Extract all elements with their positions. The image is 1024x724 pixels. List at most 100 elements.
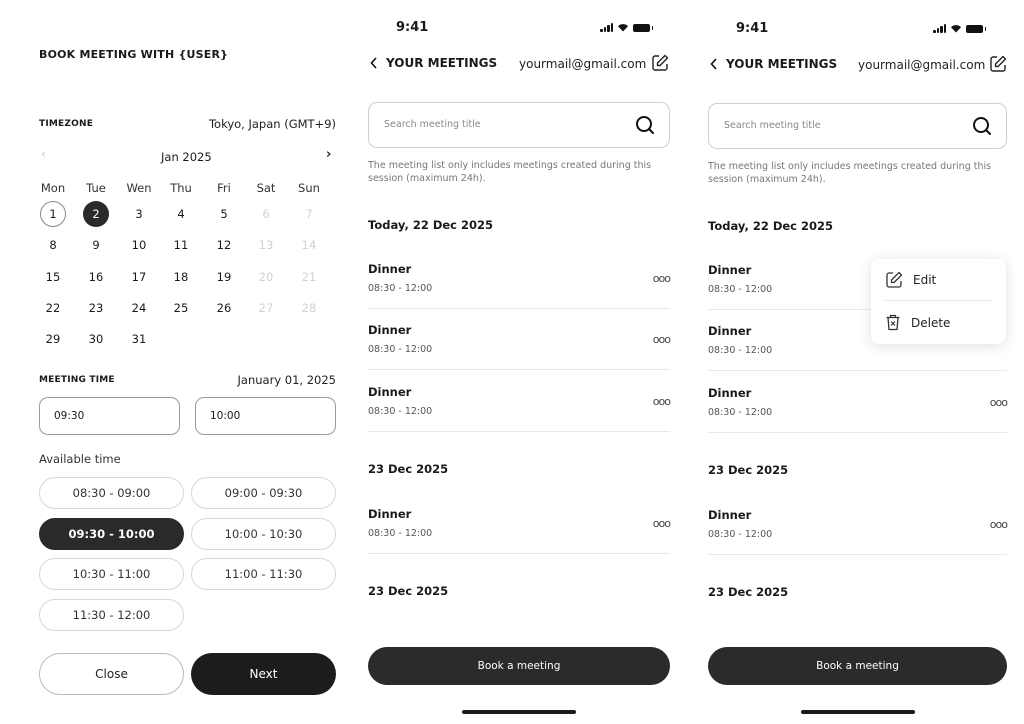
available-time-label: Available time <box>39 452 121 466</box>
booking-title: BOOK MEETING WITH {USER} <box>39 48 229 61</box>
weekday-thu: Thu <box>170 181 192 195</box>
row-divider <box>368 553 670 554</box>
edit-menu-item[interactable]: Edit <box>885 271 936 289</box>
calendar-day[interactable]: 15 <box>40 264 66 290</box>
weekday-sat: Sat <box>256 181 276 195</box>
meeting-title: Dinner <box>708 508 752 522</box>
status-time: 9:41 <box>736 21 769 36</box>
date-header: 23 Dec 2025 <box>368 584 449 598</box>
end-time-input[interactable]: 10:00 <box>195 397 336 435</box>
user-email: yourmail@gmail.com <box>519 57 647 71</box>
search-input[interactable]: Search meeting title <box>708 103 1007 149</box>
calendar-day[interactable]: 3 <box>126 201 152 227</box>
calendar-day[interactable]: 10 <box>126 232 152 258</box>
battery-icon <box>966 24 986 33</box>
edit-label: Edit <box>913 273 937 287</box>
calendar-day[interactable]: 29 <box>40 326 66 352</box>
search-icon[interactable] <box>635 115 655 135</box>
calendar-day[interactable]: 4 <box>168 201 194 227</box>
row-divider <box>368 369 670 370</box>
book-meeting-button[interactable]: Book a meeting <box>368 647 670 685</box>
weekday-tue: Tue <box>86 181 106 195</box>
calendar-day[interactable]: 19 <box>211 264 237 290</box>
menu-divider <box>885 300 992 301</box>
meeting-time-label: MEETING TIME <box>39 375 115 385</box>
time-slot[interactable]: 09:00 - 09:30 <box>191 477 336 509</box>
meeting-time: 08:30 - 12:00 <box>368 528 433 539</box>
meeting-title: Dinner <box>368 385 412 399</box>
list-hint: The meeting list only includes meetings … <box>368 160 652 184</box>
row-divider <box>368 431 670 432</box>
home-indicator <box>462 710 576 714</box>
time-slot[interactable]: 10:00 - 10:30 <box>191 518 336 550</box>
user-email: yourmail@gmail.com <box>858 58 986 72</box>
calendar-day[interactable]: 5 <box>211 201 237 227</box>
time-slot[interactable]: 10:30 - 11:00 <box>39 558 184 590</box>
calendar-day[interactable]: 30 <box>83 326 109 352</box>
next-button[interactable]: Next <box>191 653 336 695</box>
row-divider <box>368 308 670 309</box>
meeting-title: Dinner <box>368 507 412 521</box>
meeting-time: 08:30 - 12:00 <box>708 407 773 418</box>
next-month-chevron-icon[interactable]: › <box>326 147 331 162</box>
search-icon[interactable] <box>972 116 992 136</box>
delete-label: Delete <box>911 315 951 330</box>
list-hint: The meeting list only includes meetings … <box>708 161 992 185</box>
calendar-day[interactable]: 1 <box>40 201 66 227</box>
compose-icon[interactable] <box>989 55 1007 73</box>
calendar-day[interactable]: 8 <box>40 232 66 258</box>
more-options-icon[interactable]: ooo <box>990 518 1008 531</box>
back-button[interactable]: YOUR MEETINGS <box>710 57 837 71</box>
meeting-time: 08:30 - 12:00 <box>708 345 773 356</box>
more-options-icon[interactable]: ooo <box>653 333 671 346</box>
meeting-time: 08:30 - 12:00 <box>368 406 433 417</box>
compose-icon[interactable] <box>651 54 669 72</box>
status-time: 9:41 <box>396 20 429 35</box>
edit-icon <box>886 271 903 288</box>
time-slot[interactable]: 09:30 - 10:00 <box>39 518 184 550</box>
more-options-icon[interactable]: ooo <box>653 272 671 285</box>
calendar-day[interactable]: 24 <box>126 295 152 321</box>
status-icons <box>600 23 653 32</box>
calendar-day[interactable]: 16 <box>83 264 109 290</box>
start-time-input[interactable]: 09:30 <box>39 397 180 435</box>
delete-menu-item[interactable]: Delete <box>885 314 950 331</box>
calendar-day[interactable]: 2 <box>83 201 109 227</box>
meeting-title: Dinner <box>368 323 412 337</box>
calendar-day[interactable]: 17 <box>126 264 152 290</box>
calendar-day: 7 <box>305 207 313 221</box>
more-options-icon[interactable]: ooo <box>653 517 671 530</box>
date-header: 23 Dec 2025 <box>368 462 449 476</box>
calendar-day[interactable]: 31 <box>126 326 152 352</box>
back-button[interactable]: YOUR MEETINGS <box>370 56 497 70</box>
time-slot[interactable]: 11:30 - 12:00 <box>39 599 184 631</box>
calendar-day[interactable]: 25 <box>168 295 194 321</box>
calendar-day[interactable]: 26 <box>211 295 237 321</box>
timezone-label: TIMEZONE <box>39 119 94 129</box>
calendar-day[interactable]: 23 <box>83 295 109 321</box>
timezone-value[interactable]: Tokyo, Japan (GMT+9) <box>209 117 336 131</box>
prev-month-chevron-icon[interactable]: ‹ <box>41 147 46 162</box>
more-options-icon[interactable]: ooo <box>653 395 671 408</box>
calendar-day: 27 <box>258 301 274 315</box>
calendar-day[interactable]: 9 <box>83 232 109 258</box>
calendar-day[interactable]: 12 <box>211 232 237 258</box>
status-icons <box>933 24 986 33</box>
close-button[interactable]: Close <box>39 653 184 695</box>
search-input[interactable]: Search meeting title <box>368 102 670 148</box>
calendar-day[interactable]: 18 <box>168 264 194 290</box>
calendar-day[interactable]: 22 <box>40 295 66 321</box>
more-options-icon[interactable]: ooo <box>990 396 1008 409</box>
time-slot[interactable]: 11:00 - 11:30 <box>191 558 336 590</box>
date-header: Today, 22 Dec 2025 <box>708 219 834 233</box>
meeting-title: Dinner <box>368 262 412 276</box>
trash-icon <box>886 314 900 331</box>
date-header: Today, 22 Dec 2025 <box>368 218 494 232</box>
calendar-day[interactable]: 11 <box>168 232 194 258</box>
meeting-time: 08:30 - 12:00 <box>368 283 433 294</box>
calendar-month: Jan 2025 <box>161 150 212 164</box>
battery-icon <box>633 23 653 32</box>
weekday-sun: Sun <box>298 181 320 195</box>
book-meeting-button[interactable]: Book a meeting <box>708 647 1007 685</box>
time-slot[interactable]: 08:30 - 09:00 <box>39 477 184 509</box>
